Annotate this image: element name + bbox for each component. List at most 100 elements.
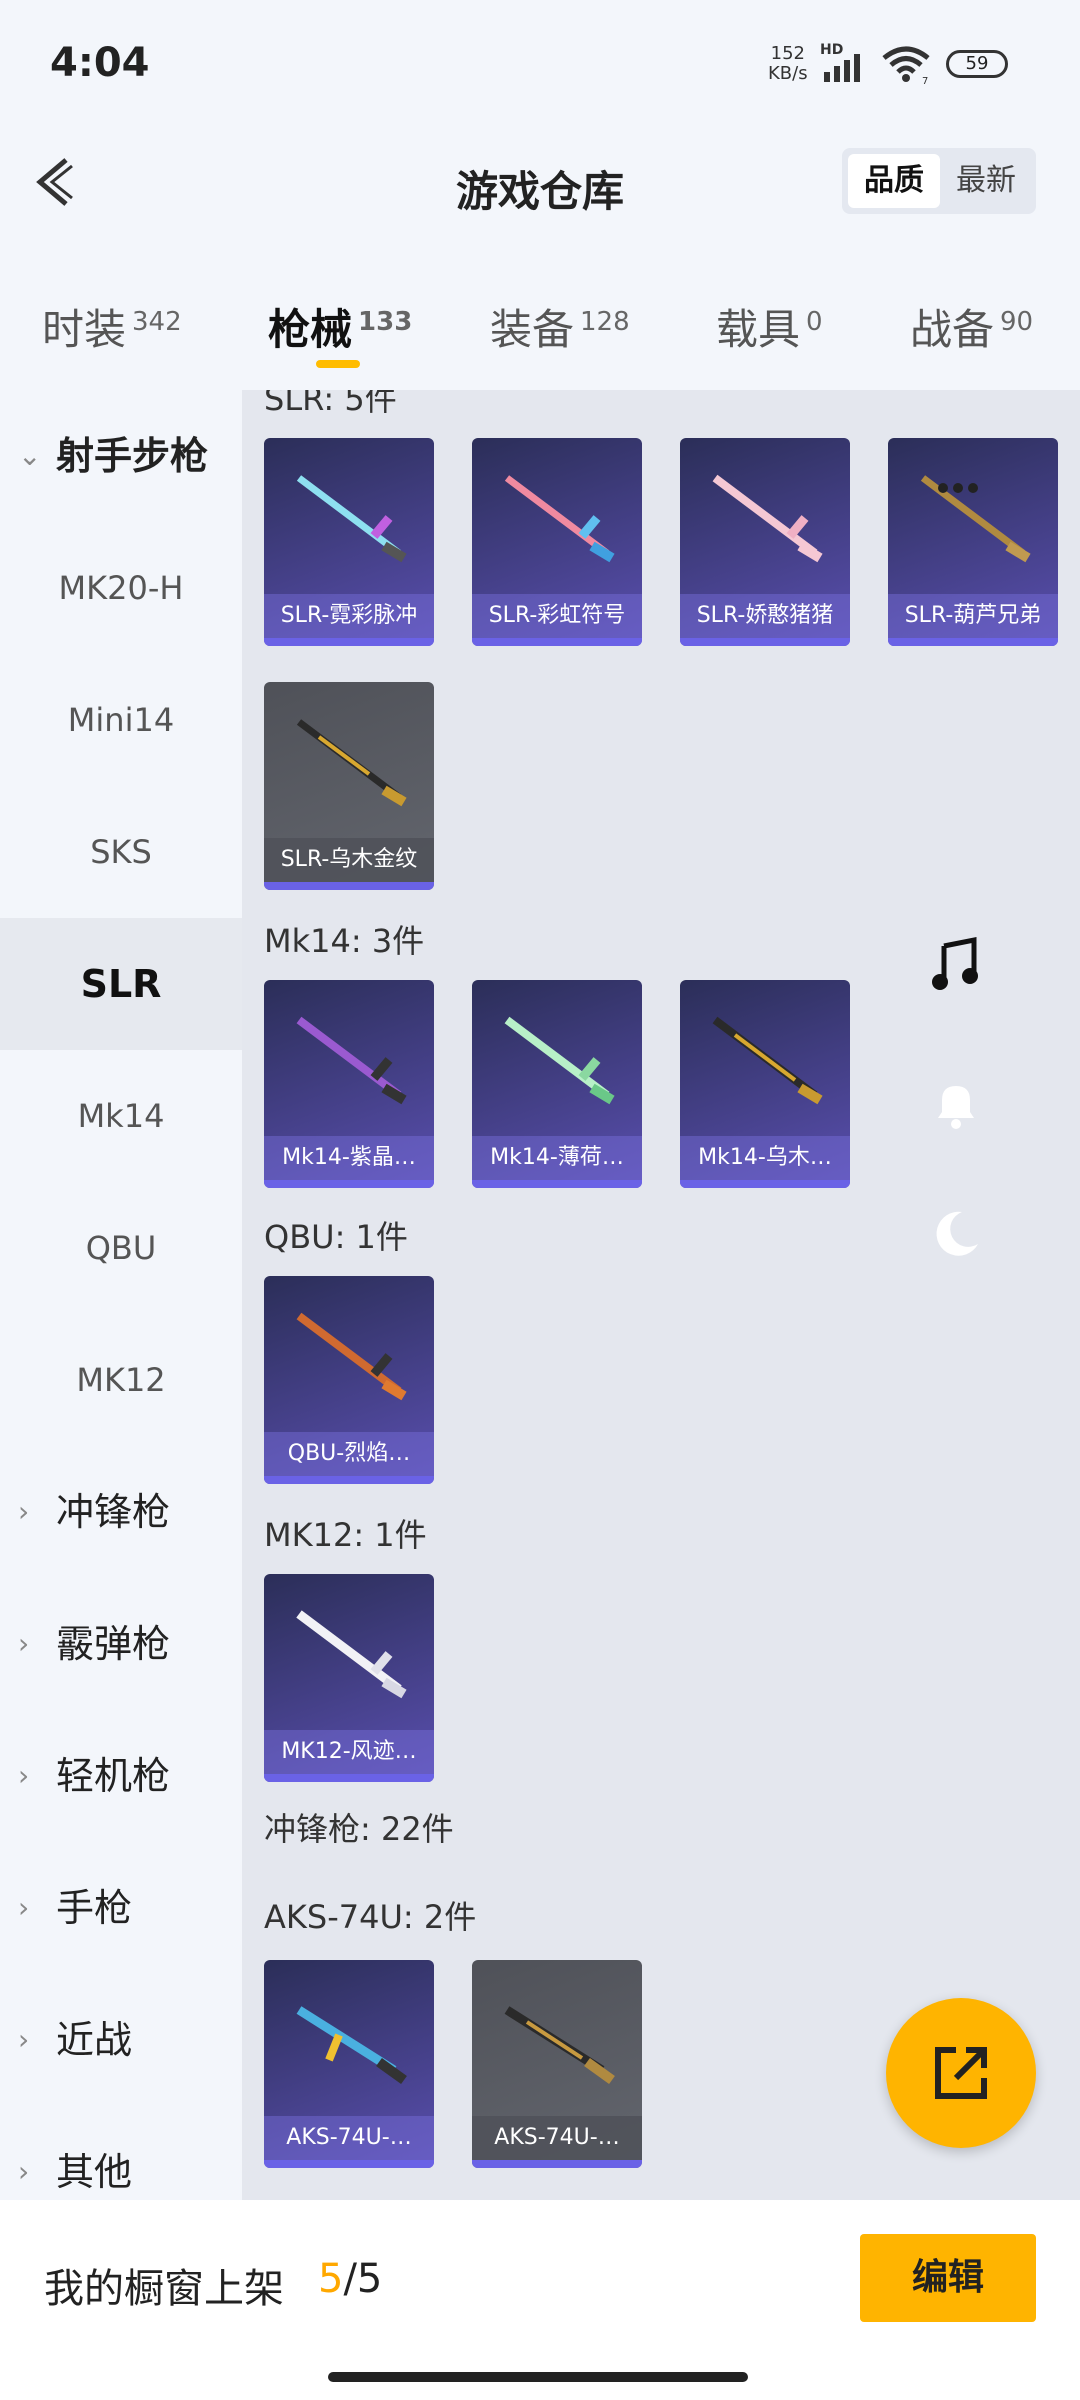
weapon-card[interactable]: QBU-烈焰… — [264, 1276, 434, 1484]
battery-indicator: 59 — [946, 50, 1008, 78]
chevron-right-icon: › — [18, 2023, 30, 2056]
back-arrow-icon[interactable] — [28, 152, 88, 212]
status-time: 4:04 — [50, 40, 150, 86]
weapon-card[interactable]: Mk14-薄荷… — [472, 980, 642, 1188]
weapon-card[interactable]: SLR-彩虹符号 — [472, 438, 642, 646]
sidebar-cat-label: 手枪 — [56, 1886, 133, 1930]
quality-stripe — [264, 1476, 434, 1484]
showcase-count-current: 5 — [318, 2256, 344, 2302]
weapon-card[interactable]: SLR-娇憨猪猪 — [680, 438, 850, 646]
group-heading-mk12: MK12: 1件 — [264, 1516, 427, 1554]
group-heading-slr: SLR: 5件 — [264, 390, 397, 418]
wifi-icon: 7 — [882, 46, 930, 84]
home-indicator[interactable] — [328, 2372, 748, 2382]
floating-tools — [858, 880, 1058, 1300]
chevron-right-icon: › — [18, 1759, 30, 1792]
weapon-name: QBU-烈焰… — [264, 1432, 434, 1476]
sidebar-item-slr[interactable]: SLR — [0, 918, 242, 1050]
chevron-right-icon: › — [18, 1495, 30, 1528]
network-speed-value: 152 — [770, 43, 805, 64]
tab-guns[interactable]: 枪械 133 — [268, 296, 412, 357]
bell-icon[interactable] — [928, 1076, 984, 1132]
sidebar-item-qbu[interactable]: QBU — [0, 1182, 242, 1314]
sidebar-cat-label: 冲锋枪 — [56, 1490, 171, 1534]
rifle-icon — [296, 1312, 407, 1401]
signal-icon — [824, 54, 860, 82]
quality-stripe — [888, 638, 1058, 646]
sort-latest-button[interactable]: 最新 — [940, 154, 1032, 208]
network-speed-unit: KB/s — [768, 63, 808, 84]
sidebar-cat-label: 轻机枪 — [56, 1754, 171, 1798]
weapon-name: SLR-霓彩脉冲 — [264, 594, 434, 638]
showcase-count-total: /5 — [343, 2256, 383, 2302]
weapon-card[interactable]: MK12-风迹… — [264, 1574, 434, 1782]
active-tab-indicator — [316, 360, 360, 368]
tab-count: 0 — [806, 307, 823, 337]
showcase-count: 5/5 — [318, 2256, 382, 2302]
group-heading-qbu: QBU: 1件 — [264, 1218, 408, 1256]
tab-label: 载具 — [716, 305, 801, 354]
tab-label: 战备 — [910, 305, 995, 354]
edit-button[interactable]: 编辑 — [860, 2234, 1036, 2322]
sidebar-cat-label: 近战 — [56, 2018, 133, 2062]
group-heading-smg: 冲锋枪: 22件 — [264, 1810, 454, 1848]
sidebar-item-mk12[interactable]: MK12 — [0, 1314, 242, 1446]
rifle-icon — [504, 2006, 615, 2085]
page-header: 游戏仓库 品质 最新 — [0, 130, 1080, 240]
weapon-card[interactable]: SLR-乌木金纹 — [264, 682, 434, 890]
chevron-down-icon: ⌄ — [18, 439, 42, 472]
group-heading-mk14: Mk14: 3件 — [264, 922, 425, 960]
tab-label: 装备 — [490, 305, 575, 354]
rifle-icon — [504, 475, 615, 563]
sidebar-cat-label: 霰弹枪 — [56, 1622, 171, 1666]
tab-supplies[interactable]: 战备 90 — [910, 296, 1033, 357]
weapon-card[interactable]: Mk14-乌木… — [680, 980, 850, 1188]
chevron-right-icon: › — [18, 1891, 30, 1924]
quality-stripe — [680, 638, 850, 646]
weapon-name: MK12-风迹… — [264, 1730, 434, 1774]
rifle-icon — [712, 1016, 823, 1105]
weapon-name: SLR-娇憨猪猪 — [680, 594, 850, 638]
quality-stripe — [264, 2160, 434, 2168]
sidebar-item-mk20h[interactable]: MK20-H — [0, 522, 242, 654]
quality-stripe — [264, 1774, 434, 1782]
weapon-card[interactable]: AKS-74U-… — [264, 1960, 434, 2168]
weapon-card[interactable]: AKS-74U-… — [472, 1960, 642, 2168]
quality-stripe — [264, 638, 434, 646]
showcase-bar: 我的橱窗上架 5/5 编辑 — [0, 2200, 1080, 2400]
showcase-label: 我的橱窗上架 — [44, 2266, 284, 2312]
moon-icon[interactable] — [928, 1206, 984, 1262]
sidebar-cat-lmg[interactable]: › 轻机枪 — [0, 1710, 242, 1842]
category-tabs: 时装 342 枪械 133 装备 128 载具 0 战备 90 — [0, 280, 1080, 380]
sidebar-cat-pistol[interactable]: › 手枪 — [0, 1842, 242, 1974]
sidebar-cat-smg[interactable]: › 冲锋枪 — [0, 1446, 242, 1578]
rifle-icon — [296, 2006, 407, 2085]
tab-equipment[interactable]: 装备 128 — [490, 296, 630, 357]
sidebar-cat-melee[interactable]: › 近战 — [0, 1974, 242, 2106]
external-link-icon — [935, 2047, 987, 2099]
weapon-card[interactable]: SLR-葫芦兄弟 — [888, 438, 1058, 646]
weapon-name: SLR-乌木金纹 — [264, 838, 434, 882]
sidebar-cat-shotgun[interactable]: › 霰弹枪 — [0, 1578, 242, 1710]
weapon-name: Mk14-乌木… — [680, 1136, 850, 1180]
sort-toggle: 品质 最新 — [842, 148, 1036, 214]
rifle-icon — [296, 475, 407, 563]
music-note-icon[interactable] — [928, 936, 984, 992]
sort-quality-button[interactable]: 品质 — [848, 154, 940, 208]
quality-stripe — [472, 638, 642, 646]
tab-vehicles[interactable]: 载具 0 — [716, 296, 823, 357]
weapon-name: AKS-74U-… — [264, 2116, 434, 2160]
sidebar-item-mini14[interactable]: Mini14 — [0, 654, 242, 786]
rifle-icon — [712, 474, 823, 563]
sidebar-cat-marksman[interactable]: ⌄ 射手步枪 — [0, 390, 242, 522]
weapon-card[interactable]: Mk14-紫晶… — [264, 980, 434, 1188]
tab-label: 枪械 — [268, 305, 353, 354]
tab-fashion[interactable]: 时装 342 — [42, 296, 182, 357]
group-heading-aks: AKS-74U: 2件 — [264, 1898, 477, 1936]
weapon-card[interactable]: SLR-霓彩脉冲 — [264, 438, 434, 646]
weapon-name: Mk14-紫晶… — [264, 1136, 434, 1180]
sidebar-item-mk14[interactable]: Mk14 — [0, 1050, 242, 1182]
wifi-number: 7 — [922, 76, 928, 84]
share-button[interactable] — [886, 1998, 1036, 2148]
sidebar-item-sks[interactable]: SKS — [0, 786, 242, 918]
